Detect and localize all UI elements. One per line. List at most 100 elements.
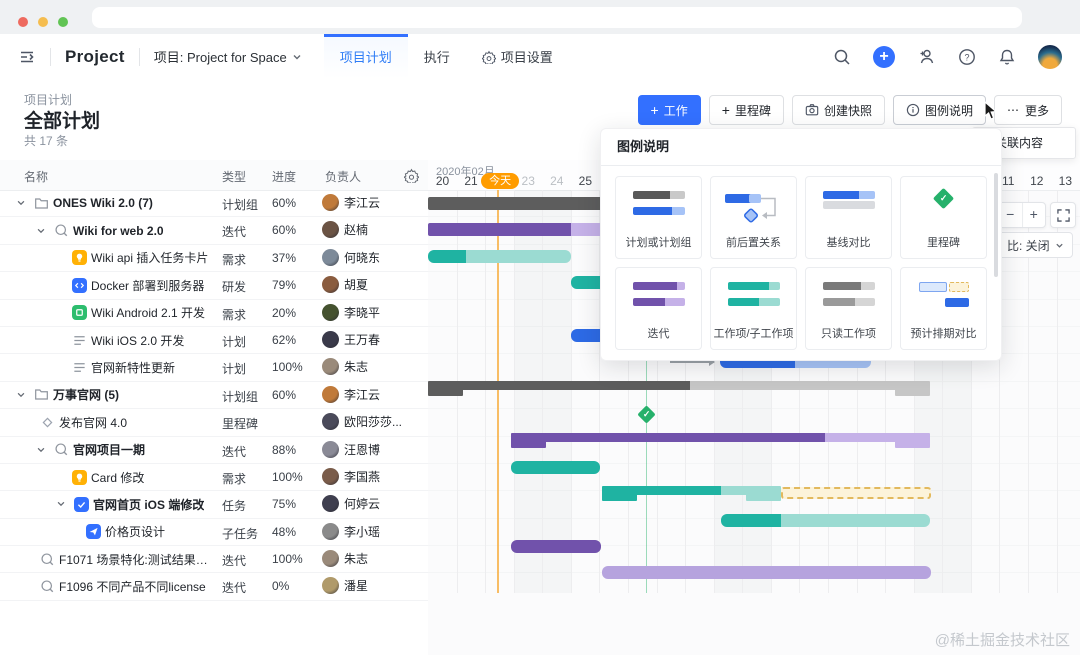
gantt-bar[interactable]	[721, 513, 930, 527]
task-type: 里程碑	[222, 417, 259, 432]
gantt-bar[interactable]	[428, 249, 571, 263]
table-row[interactable]: Wiki Android 2.1 开发 需求 20% 李晓平	[0, 300, 428, 327]
task-name: F1096 不同产品不同license	[59, 580, 206, 595]
owner-name: 李晓平	[344, 305, 381, 320]
user-avatar[interactable]	[1038, 44, 1062, 69]
bar-segment	[602, 566, 931, 580]
bar-end-tab	[428, 380, 463, 396]
table-row[interactable]: F1096 不同产品不同license 迭代 0% 潘星	[0, 573, 428, 601]
add-work-button[interactable]: + 工作	[637, 95, 701, 125]
help-icon[interactable]: ?	[958, 48, 976, 66]
task-progress: 100%	[272, 360, 303, 375]
table-row[interactable]: 万事官网 (5) 计划组 60% 李江云	[0, 382, 428, 410]
table-row[interactable]: Card 修改 需求 100% 李国燕	[0, 464, 428, 492]
bar-segment	[466, 249, 571, 263]
table-row[interactable]: Wiki iOS 2.0 开发 计划 62% 王万春	[0, 327, 428, 355]
table-row[interactable]: ONES Wiki 2.0 (7) 计划组 60% 李江云	[0, 190, 428, 218]
column-settings-gear-icon[interactable]	[402, 168, 421, 186]
expand-chevron-icon[interactable]	[36, 445, 50, 455]
table-row[interactable]: 官网首页 iOS 端修改 任务 75% 何婷云	[0, 491, 428, 519]
gantt-bar[interactable]	[511, 433, 930, 449]
task-progress: 48%	[272, 524, 297, 539]
bar-segment	[428, 380, 690, 390]
legend-card-readonly: 只读工作项	[805, 267, 892, 350]
expand-chevron-icon[interactable]	[16, 390, 30, 400]
subtask-icon	[86, 524, 101, 540]
task-progress: 37%	[272, 250, 297, 265]
table-row[interactable]: Wiki api 插入任务卡片 需求 37% 何晓东	[0, 245, 428, 273]
tab-project-settings[interactable]: 项目设置	[466, 34, 569, 79]
table-row[interactable]: 官网新特性更新 计划 100% 朱志	[0, 354, 428, 382]
legend-label: 迭代	[647, 328, 670, 340]
address-bar[interactable]	[92, 7, 1022, 28]
avatar	[322, 550, 339, 568]
legend-button[interactable]: 图例说明	[892, 95, 986, 125]
table-row[interactable]: 价格页设计 子任务 48% 李小瑶	[0, 519, 428, 547]
owner-name: 何晓东	[344, 250, 381, 265]
task-owner: 欧阳莎莎...	[322, 413, 402, 431]
project-selector[interactable]: 项目: Project for Space	[154, 47, 302, 66]
task-progress: 75%	[272, 497, 297, 512]
avatar	[322, 276, 339, 294]
task-owner: 何晓东	[322, 248, 381, 266]
legend-label: 工作项/子工作项	[713, 328, 794, 340]
create-snapshot-button[interactable]: 创建快照	[791, 95, 885, 125]
tab-project-plan[interactable]: 项目计划	[323, 34, 408, 79]
svg-text:?: ?	[964, 52, 969, 62]
browser-chrome	[0, 0, 1080, 34]
gantt-bar[interactable]	[511, 539, 601, 553]
table-row[interactable]: 发布官网 4.0 里程碑 欧阳莎莎...	[0, 409, 428, 437]
expand-chevron-icon[interactable]	[56, 499, 70, 509]
invite-member-icon[interactable]	[917, 47, 936, 66]
search-icon[interactable]	[833, 48, 851, 66]
close-window-icon[interactable]	[18, 17, 28, 27]
today-marker[interactable]: 今天	[481, 173, 520, 189]
bar-end-tab	[602, 486, 637, 502]
bar-segment	[690, 380, 930, 390]
popup-scrollbar[interactable]	[994, 173, 998, 277]
task-name: Wiki Android 2.1 开发	[91, 306, 206, 321]
column-header-progress: 进度	[272, 170, 297, 184]
owner-name: 李国燕	[344, 469, 381, 484]
task-type: 迭代	[222, 444, 247, 459]
notifications-bell-icon[interactable]	[998, 48, 1016, 66]
task-type: 研发	[222, 280, 247, 295]
zoom-in-button[interactable]: +	[1021, 203, 1046, 227]
collapse-sidebar-icon[interactable]	[18, 48, 36, 66]
gantt-bar[interactable]	[602, 486, 781, 502]
owner-name: 潘星	[344, 579, 369, 594]
divider	[50, 47, 51, 66]
story-icon	[72, 469, 87, 485]
table-row[interactable]: Wiki for web 2.0 迭代 60% 赵楠	[0, 217, 428, 245]
expand-chevron-icon[interactable]	[36, 226, 50, 236]
bar-segment	[781, 513, 930, 527]
minimize-window-icon[interactable]	[38, 17, 48, 27]
task-name: 官网新特性更新	[91, 361, 176, 376]
more-button[interactable]: ⋯ 更多	[993, 95, 1062, 125]
expand-chevron-icon[interactable]	[16, 198, 30, 208]
task-progress: 60%	[272, 387, 297, 402]
maximize-window-icon[interactable]	[58, 17, 68, 27]
fullscreen-button[interactable]	[1050, 202, 1076, 228]
gantt-bar[interactable]	[511, 460, 600, 474]
column-header-name: 名称	[24, 170, 49, 184]
compare-dropdown[interactable]: 比: 关闭	[998, 232, 1073, 258]
gantt-bar[interactable]	[602, 566, 931, 580]
table-row[interactable]: 官网项目一期 迭代 88% 汪恩博	[0, 437, 428, 464]
task-type: 需求	[222, 252, 247, 267]
create-button[interactable]: +	[873, 45, 895, 68]
zoom-out-button[interactable]: −	[999, 203, 1022, 227]
table-row[interactable]: F1071 场景特化:测试结果… 迭代 100% 朱志	[0, 546, 428, 574]
app-window: Project 项目: Project for Space 项目计划 执行 项目…	[0, 0, 1080, 655]
owner-name: 朱志	[344, 360, 369, 375]
forecast-schedule-bar[interactable]	[781, 487, 931, 500]
task-name: 价格页设计	[105, 525, 166, 540]
add-milestone-button[interactable]: + 里程碑	[708, 95, 784, 125]
avatar	[322, 221, 339, 239]
tab-execute[interactable]: 执行	[408, 34, 466, 79]
plan-list-icon	[72, 333, 87, 348]
owner-name: 李江云	[344, 196, 381, 210]
gantt-bar[interactable]	[428, 380, 930, 396]
avatar	[322, 522, 339, 540]
table-row[interactable]: Docker 部署到服务器 研发 79% 胡夏	[0, 272, 428, 300]
